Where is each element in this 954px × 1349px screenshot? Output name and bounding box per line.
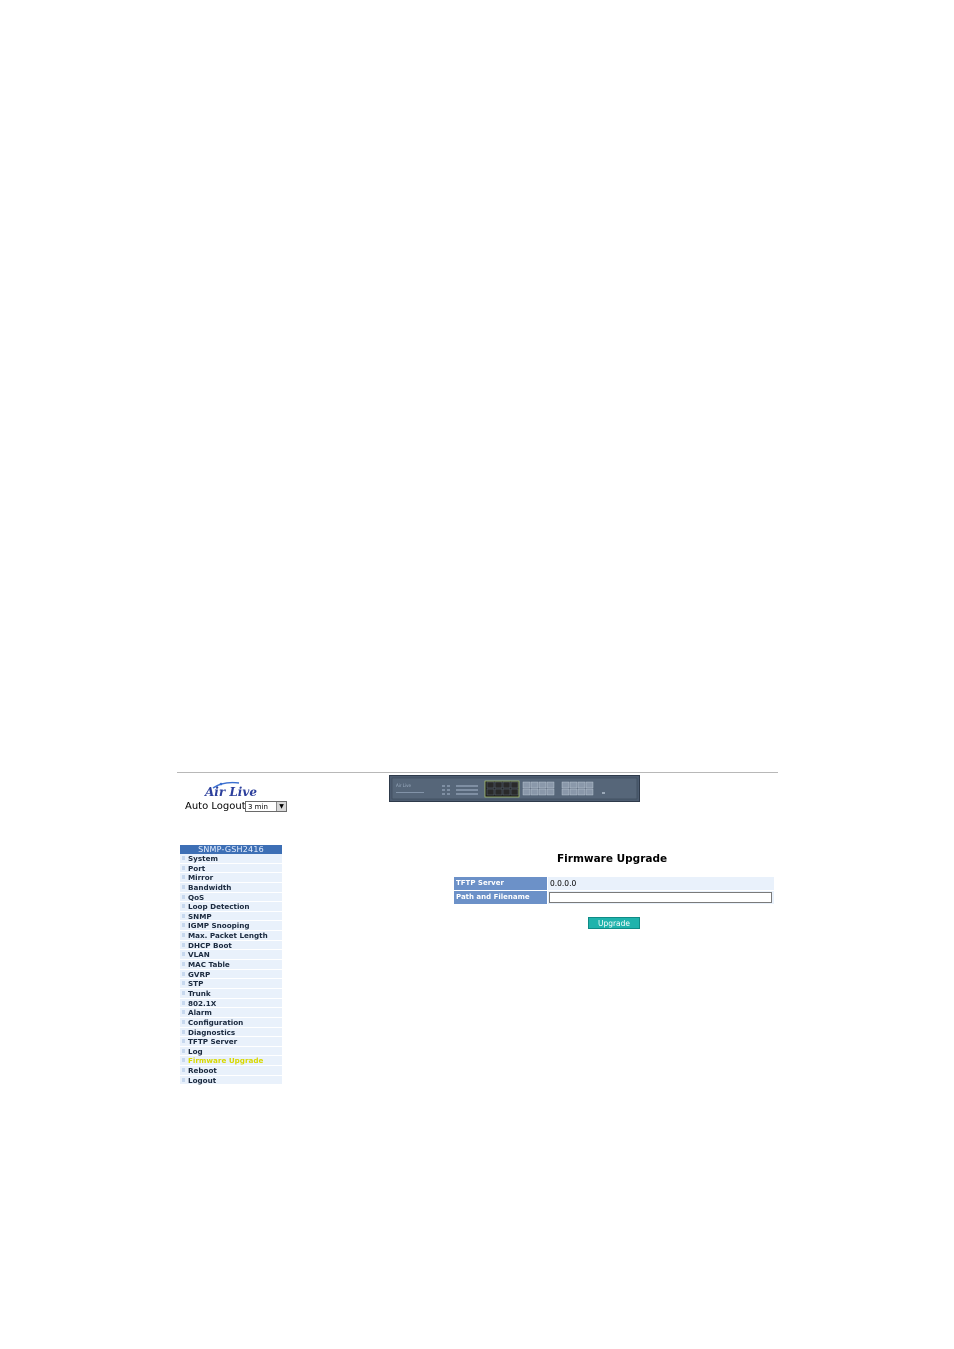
sidebar-item-label: VLAN (188, 950, 210, 960)
header-divider (177, 772, 778, 773)
menu-bullet-icon (182, 894, 185, 899)
menu-bullet-icon (182, 856, 185, 860)
sidebar-item-log[interactable]: Log (180, 1046, 282, 1057)
sidebar-menu: SNMP-GSH2416 System Port Mirror Bandwidth Qo… (180, 845, 282, 1086)
tftp-server-label: TFTP Server (454, 877, 547, 890)
sidebar-item-reboot[interactable]: Reboot (180, 1066, 282, 1076)
path-filename-row: Path and Filename (454, 891, 774, 904)
auto-logout-select[interactable]: 3 min ▼ (245, 801, 287, 812)
sidebar-item-max-packet-length[interactable]: Max. Packet Length (180, 931, 282, 941)
sidebar-item-diagnostics[interactable]: Diagnostics (180, 1027, 282, 1038)
sidebar-item-label: Reboot (188, 1066, 217, 1076)
menu-bullet-icon (182, 1039, 185, 1044)
path-filename-label: Path and Filename (454, 891, 547, 904)
menu-bullet-icon (182, 875, 185, 880)
airlive-logo: Air Live (205, 781, 267, 801)
sidebar-item-label: DHCP Boot (188, 940, 232, 950)
sidebar-item-firmware-upgrade[interactable]: Firmware Upgrade (180, 1056, 282, 1067)
sidebar-item-alarm[interactable]: Alarm (180, 1008, 282, 1018)
sidebar-item-bandwidth[interactable]: Bandwidth (180, 882, 282, 893)
sidebar-item-label: Diagnostics (188, 1027, 236, 1037)
sidebar-item-port[interactable]: Port (180, 863, 282, 874)
menu-bullet-icon (182, 904, 185, 909)
sidebar-item-mac-table[interactable]: MAC Table (180, 960, 282, 970)
sidebar-item-label: SNMP (188, 911, 212, 921)
switch-front-panel-image: Air Live (389, 775, 640, 802)
menu-bullet-icon (182, 971, 185, 976)
sidebar-item-loop-detection[interactable]: Loop Detection (180, 902, 282, 912)
sidebar-item-802-1x[interactable]: 802.1X (180, 998, 282, 1009)
sidebar-item-label: TFTP Server (188, 1037, 238, 1047)
menu-bullet-icon (182, 952, 185, 957)
sidebar-item-tftp-server[interactable]: TFTP Server (180, 1037, 282, 1047)
tftp-server-value: 0.0.0.0 (550, 879, 577, 888)
page-title: Firmware Upgrade (557, 853, 668, 865)
sidebar-item-vlan[interactable]: VLAN (180, 950, 282, 961)
menu-bullet-icon (182, 1068, 185, 1073)
sidebar-item-label: IGMP Snooping (188, 921, 250, 931)
auto-logout-value: 3 min (248, 803, 268, 811)
tftp-server-cell: 0.0.0.0 (548, 877, 774, 890)
sidebar-item-stp[interactable]: STP (180, 979, 282, 989)
sidebar-item-label: System (188, 854, 218, 863)
sidebar-item-label: Configuration (188, 1017, 244, 1027)
sidebar-item-label: Port (188, 863, 206, 873)
menu-bullet-icon (182, 1058, 185, 1063)
sidebar-item-igmp-snooping[interactable]: IGMP Snooping (180, 921, 282, 932)
sidebar-item-label: Trunk (188, 988, 211, 998)
menu-bullet-icon (182, 884, 185, 889)
sidebar-item-label: 802.1X (188, 998, 217, 1008)
sidebar-item-label: Mirror (188, 873, 214, 883)
sidebar-item-label: Logout (188, 1075, 217, 1085)
menu-bullet-icon (182, 1000, 185, 1005)
tftp-server-row: TFTP Server 0.0.0.0 (454, 877, 774, 890)
menu-bullet-icon (182, 962, 185, 967)
menu-bullet-icon (182, 923, 185, 928)
menu-bullet-icon (182, 865, 185, 870)
sidebar-item-snmp[interactable]: SNMP (180, 911, 282, 922)
sidebar-item-label: GVRP (188, 969, 211, 979)
sidebar-item-dhcp-boot[interactable]: DHCP Boot (180, 940, 282, 951)
menu-bullet-icon (182, 990, 185, 995)
path-filename-input[interactable] (549, 892, 772, 903)
menu-bullet-icon (182, 933, 185, 938)
auto-logout-label: Auto Logout (185, 801, 246, 812)
sidebar-item-label: Bandwidth (188, 882, 232, 892)
sidebar-item-configuration[interactable]: Configuration (180, 1017, 282, 1028)
sidebar-item-label: Loop Detection (188, 902, 250, 912)
menu-bullet-icon (182, 1010, 185, 1015)
sidebar-item-label: MAC Table (188, 960, 230, 970)
menu-bullet-icon (182, 942, 185, 947)
sidebar-item-gvrp[interactable]: GVRP (180, 969, 282, 980)
menu-bullet-icon (182, 1077, 185, 1082)
menu-bullet-icon (182, 1048, 185, 1053)
sidebar-item-logout[interactable]: Logout (180, 1075, 282, 1086)
sidebar-items: System Port Mirror Bandwidth QoS Loop Detecti… (180, 854, 282, 1086)
sidebar-item-label: Alarm (188, 1008, 212, 1018)
sidebar-item-qos[interactable]: QoS (180, 892, 282, 903)
sidebar-item-label: Log (188, 1046, 203, 1056)
menu-bullet-icon (182, 913, 185, 918)
sidebar-title: SNMP-GSH2416 (180, 845, 282, 854)
path-filename-cell (548, 891, 774, 904)
svg-text:Air Live: Air Live (396, 783, 411, 788)
menu-bullet-icon (182, 1019, 185, 1024)
select-arrow-icon[interactable]: ▼ (276, 802, 286, 811)
menu-bullet-icon (182, 1029, 185, 1034)
sidebar-item-label: STP (188, 979, 204, 989)
sidebar-item-trunk[interactable]: Trunk (180, 988, 282, 999)
sidebar-item-label: Max. Packet Length (188, 931, 268, 941)
sidebar-item-mirror[interactable]: Mirror (180, 873, 282, 883)
sidebar-item-system[interactable]: System (180, 854, 282, 864)
menu-bullet-icon (182, 981, 185, 986)
sidebar-item-label: QoS (188, 892, 205, 902)
logo-text: Air Live (205, 785, 257, 799)
sidebar-item-label: Firmware Upgrade (188, 1056, 264, 1066)
upgrade-button[interactable]: Upgrade (588, 917, 640, 929)
